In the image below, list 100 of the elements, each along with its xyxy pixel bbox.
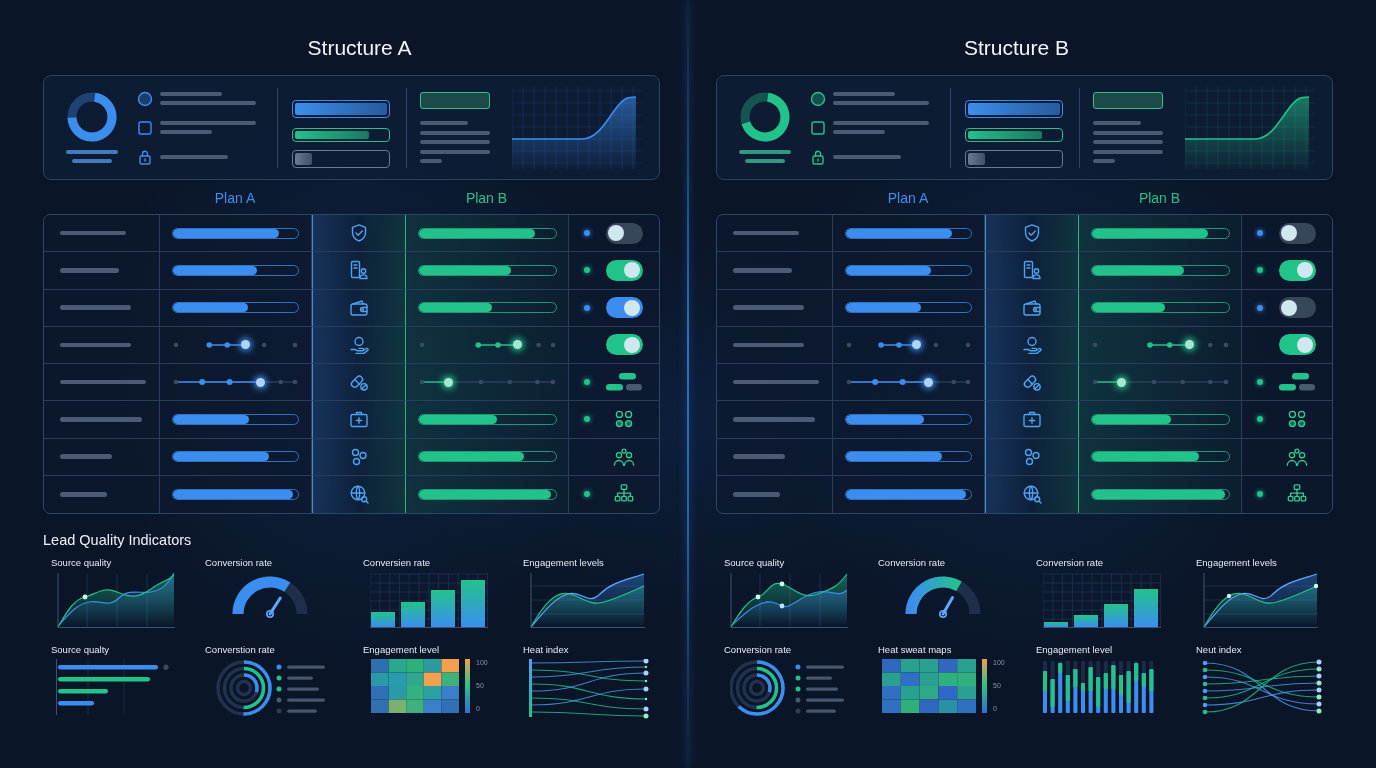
- skeleton-line: [833, 92, 895, 96]
- skeleton-line: [60, 454, 112, 459]
- skeleton-line: [160, 92, 222, 96]
- slider-thumb[interactable]: [924, 377, 934, 387]
- chart-title: Conversion rate: [878, 557, 946, 568]
- skeleton-line: [66, 150, 118, 154]
- skeleton-line: [1093, 121, 1141, 126]
- toggle-switch[interactable]: [605, 222, 643, 244]
- slider-track[interactable]: [418, 376, 557, 389]
- skeleton-line: [420, 121, 468, 126]
- column-header: Plan B: [465, 189, 508, 207]
- document-person-icon: [1022, 260, 1042, 281]
- slider-track[interactable]: [1091, 376, 1230, 389]
- section-title: Lead Quality Indicators: [43, 532, 192, 549]
- lock-icon: [810, 148, 826, 165]
- column-header: Plan B: [1138, 189, 1181, 207]
- pill-tags-icon: [1278, 372, 1316, 393]
- shield-check-icon: [1022, 223, 1042, 244]
- skeleton-line: [420, 140, 490, 145]
- toggle-switch[interactable]: [605, 297, 643, 319]
- skeleton-line: [72, 159, 112, 163]
- chart-title: Engagement level: [363, 644, 440, 655]
- column-header: Plan A: [214, 189, 256, 207]
- slider-thumb[interactable]: [1116, 377, 1126, 387]
- skeleton-line: [833, 154, 901, 159]
- slider-track[interactable]: [845, 376, 972, 389]
- chart-title: Conversion rate: [205, 557, 273, 568]
- hand-coin-icon: [1022, 334, 1042, 355]
- toggle-switch[interactable]: [1278, 222, 1316, 244]
- chart-title: Source quality: [51, 557, 112, 568]
- skeleton-line: [60, 305, 131, 310]
- skeleton-line: [745, 159, 785, 163]
- chart-title: Converstion rate: [205, 644, 275, 655]
- skeleton-line: [60, 342, 131, 348]
- document-person-icon: [349, 260, 369, 281]
- chart-title: Engagement level: [1036, 644, 1113, 655]
- skeleton-line: [733, 230, 799, 236]
- skeleton-line: [60, 268, 119, 273]
- slider-track[interactable]: [172, 376, 299, 389]
- slider-track[interactable]: [418, 338, 557, 351]
- skeleton-line: [733, 305, 804, 310]
- skeleton-line: [1093, 149, 1163, 154]
- toggle-switch[interactable]: [1278, 334, 1316, 356]
- lock-icon: [137, 148, 153, 165]
- square-icon: [810, 119, 826, 136]
- slider-thumb[interactable]: [256, 377, 265, 387]
- slider-thumb[interactable]: [240, 340, 250, 350]
- chart-title: Neut index: [1196, 644, 1242, 655]
- skeleton-line: [160, 154, 228, 159]
- pill-icon: [349, 372, 369, 393]
- three-circles-icon: [1022, 446, 1042, 467]
- skeleton-line: [733, 342, 804, 348]
- chart-title: Source quality: [724, 557, 785, 568]
- chart-title: Conversion rate: [1036, 557, 1104, 568]
- people-group-icon: [613, 445, 635, 468]
- chart-title: Engagement levels: [1196, 557, 1277, 568]
- circle-icon: [137, 90, 153, 107]
- three-circles-icon: [349, 446, 369, 467]
- shield-check-icon: [349, 223, 369, 244]
- chart-title: Heat index: [523, 644, 569, 655]
- skeleton-block: [1093, 91, 1163, 109]
- chart-title: Engagement levels: [523, 557, 604, 568]
- chart-title: Conversien rate: [363, 557, 431, 568]
- slider-thumb[interactable]: [443, 377, 453, 387]
- toggle-switch[interactable]: [605, 334, 643, 356]
- skeleton-line: [733, 268, 792, 273]
- color-scale-bar: [982, 659, 987, 713]
- skeleton-line: [833, 130, 885, 134]
- toggle-switch[interactable]: [1278, 259, 1316, 281]
- toggle-switch[interactable]: [1278, 297, 1316, 319]
- skeleton-line: [1093, 130, 1163, 135]
- skeleton-line: [420, 159, 442, 164]
- skeleton-line: [1093, 159, 1115, 164]
- chart-title: Heat sweat maps: [878, 644, 952, 655]
- medical-kit-icon: [349, 409, 369, 430]
- hand-coin-icon: [349, 334, 369, 355]
- medical-kit-icon: [1022, 409, 1042, 430]
- wallet-icon: [1022, 297, 1042, 318]
- slider-thumb[interactable]: [912, 340, 922, 350]
- skeleton-line: [420, 149, 490, 154]
- skeleton-line: [420, 130, 490, 135]
- slider-track[interactable]: [172, 338, 299, 351]
- column-header: Plan A: [887, 189, 929, 207]
- skeleton-line: [739, 150, 791, 154]
- chart-title: Source qualty: [51, 644, 110, 655]
- skeleton-line: [160, 130, 212, 134]
- pill-tags-icon: [605, 372, 643, 393]
- globe-search-icon: [1022, 484, 1042, 505]
- skeleton-line: [733, 454, 785, 459]
- people-group-icon: [1286, 445, 1308, 468]
- skeleton-line: [733, 492, 780, 497]
- color-scale-bar: [465, 659, 470, 713]
- slider-track[interactable]: [845, 338, 972, 351]
- skeleton-line: [1093, 140, 1163, 145]
- slider-track[interactable]: [1091, 338, 1230, 351]
- globe-search-icon: [349, 484, 369, 505]
- chart-title: Conversion rate: [724, 644, 792, 655]
- toggle-switch[interactable]: [605, 259, 643, 281]
- donut-chart: [740, 92, 790, 142]
- wallet-icon: [349, 297, 369, 318]
